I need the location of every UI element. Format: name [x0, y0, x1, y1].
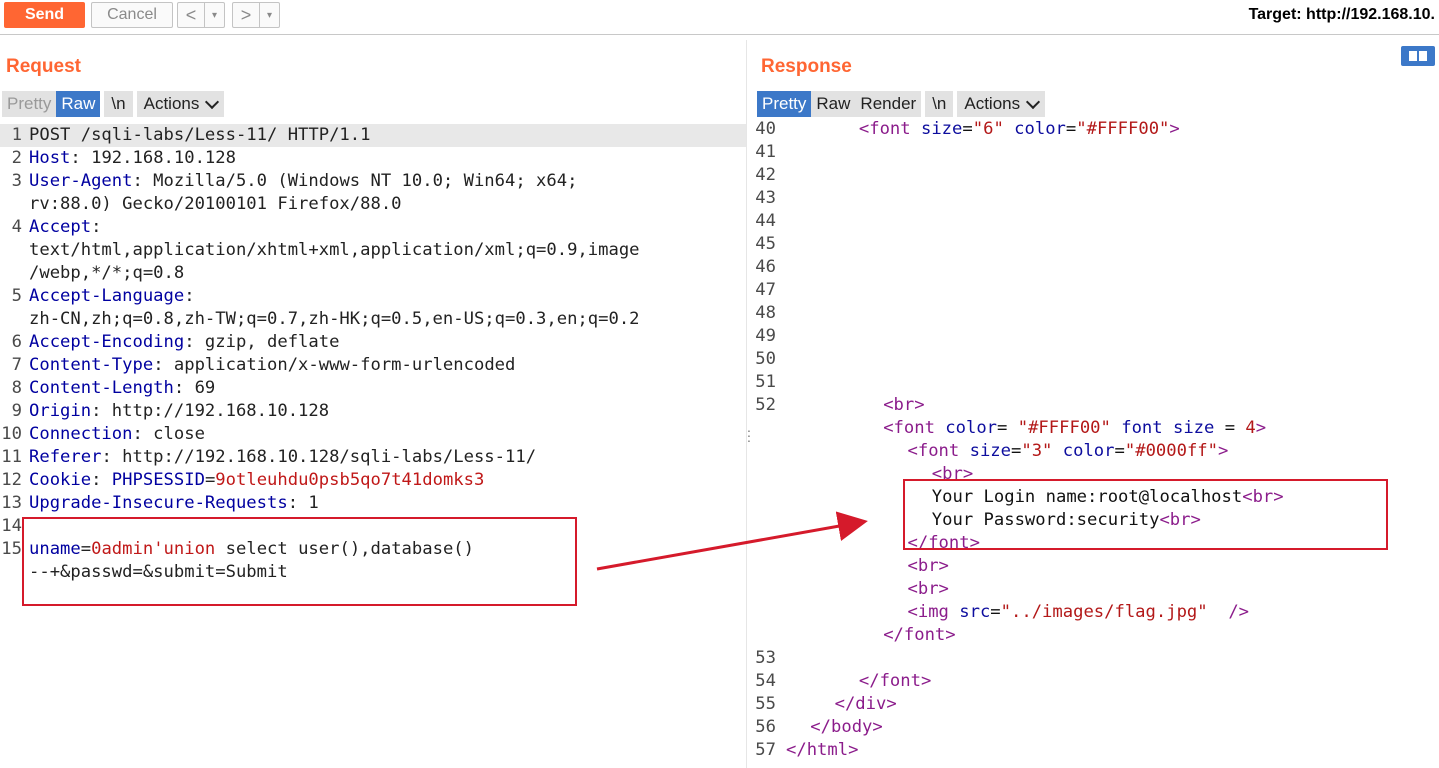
annotation-arrow — [596, 511, 868, 571]
